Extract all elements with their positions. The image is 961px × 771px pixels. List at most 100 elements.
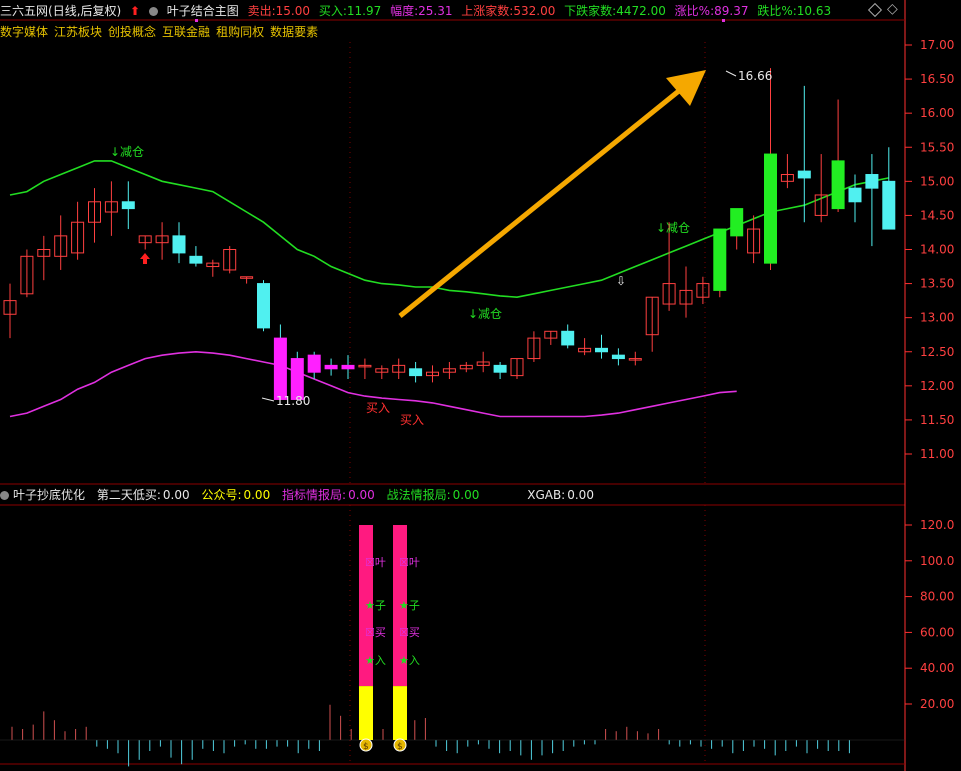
candle — [257, 280, 270, 332]
candle — [679, 266, 693, 318]
axis-tick-label: 100.0 — [920, 554, 954, 568]
down-arrow-outline-icon: ⇩ — [616, 274, 626, 288]
candle — [510, 358, 524, 380]
candle — [189, 246, 203, 267]
candle-body — [409, 368, 423, 377]
candles[interactable] — [3, 68, 896, 400]
marker-dot — [722, 19, 725, 22]
axis-tick-label: 17.00 — [920, 38, 954, 52]
candle — [223, 246, 237, 274]
candle-body — [257, 283, 270, 329]
candle — [476, 351, 490, 373]
candle — [780, 154, 794, 189]
candle — [307, 351, 321, 380]
candle — [628, 351, 642, 366]
signal-column-text: ★子 — [399, 599, 420, 612]
axis-tick-label: 15.00 — [920, 174, 954, 188]
axis-tick-label: 60.00 — [920, 625, 954, 639]
axis-tick-label: 16.50 — [920, 72, 954, 86]
axis-tick-label: 12.50 — [920, 345, 954, 359]
candle — [865, 154, 879, 247]
axis-tick-label: 11.50 — [920, 413, 954, 427]
candle — [172, 222, 186, 264]
candle — [71, 201, 85, 260]
axis-tick-label: 40.00 — [920, 661, 954, 675]
reduce-position-label: ↓减仓 — [110, 145, 144, 159]
candle — [561, 324, 575, 349]
candle-body — [273, 337, 287, 400]
candle — [848, 174, 862, 223]
candle — [459, 361, 473, 373]
candle — [713, 228, 727, 298]
axis-tick-label: 14.00 — [920, 243, 954, 257]
candle-body — [307, 354, 321, 373]
buy-signal-label: 买入 — [366, 401, 390, 415]
candle — [814, 154, 828, 223]
buy-signal-label: 买入 — [400, 413, 424, 427]
candle — [764, 68, 777, 270]
candle — [645, 296, 659, 352]
signal-column-text: ☒叶 — [365, 556, 386, 569]
candle — [831, 99, 845, 213]
candle — [20, 249, 34, 298]
candle-body — [561, 330, 575, 346]
candle — [3, 283, 17, 339]
candle — [493, 361, 507, 380]
candle — [88, 188, 101, 243]
candle — [37, 235, 51, 281]
axis-tick-label: 13.50 — [920, 277, 954, 291]
candle-body — [865, 174, 879, 189]
signal-column-text: ★入 — [399, 654, 420, 667]
signal-bar-yellow — [393, 686, 407, 740]
candle — [104, 181, 118, 236]
candle-body — [341, 364, 355, 370]
candle — [544, 330, 558, 345]
candle — [797, 85, 811, 223]
candle — [527, 331, 541, 362]
candle — [341, 355, 355, 380]
axis-tick-label: 120.0 — [920, 518, 954, 532]
red-up-arrow-icon — [140, 253, 150, 264]
low-price-pointer — [261, 397, 275, 402]
axis-tick-label: 80.00 — [920, 590, 954, 604]
candle — [155, 222, 169, 260]
money-bag-symbol: $ — [363, 742, 369, 752]
candle — [273, 324, 287, 400]
signal-column-text: ★入 — [365, 654, 386, 667]
high-price-pointer — [725, 70, 737, 77]
axis-tick-label: 20.00 — [920, 697, 954, 711]
candle — [696, 276, 710, 305]
candle — [662, 222, 676, 311]
candle-body — [764, 153, 777, 264]
axis-tick-label: 15.50 — [920, 140, 954, 154]
indicator-axis: 120.0 100.0 80.00 60.00 40.00 20.00 — [905, 518, 954, 711]
signal-column-text: ☒买 — [399, 626, 420, 639]
candle-body — [611, 354, 625, 360]
trend-arrow — [398, 70, 706, 318]
candle-body — [848, 187, 862, 203]
axis-tick-label: 14.50 — [920, 208, 954, 222]
candle-body — [172, 235, 186, 254]
candle — [375, 365, 389, 380]
candle — [358, 358, 372, 380]
candle — [730, 208, 744, 250]
candle-body — [324, 364, 338, 370]
candle — [240, 276, 254, 284]
candle — [121, 181, 135, 230]
candle-body — [189, 255, 203, 264]
candle — [324, 358, 338, 376]
candle-body — [882, 180, 896, 230]
candle — [290, 351, 304, 400]
candle-body — [493, 364, 507, 373]
signal-column-text: ☒叶 — [399, 556, 420, 569]
axis-tick-label: 11.00 — [920, 447, 954, 461]
reduce-position-label: ↓减仓 — [656, 221, 690, 235]
marker-dot — [195, 19, 198, 22]
low-price-label: 11.80 — [276, 394, 310, 408]
candle — [578, 338, 592, 356]
price-axis: 17.00 16.50 16.00 15.50 15.00 14.50 14.00 13.50… — [905, 38, 954, 461]
kline-chart[interactable]: 17.00 16.50 16.00 15.50 15.00 14.50 14.00 13.50… — [0, 0, 961, 771]
candle — [611, 348, 625, 366]
candle — [426, 365, 439, 383]
signal-column-text: ★子 — [365, 599, 386, 612]
